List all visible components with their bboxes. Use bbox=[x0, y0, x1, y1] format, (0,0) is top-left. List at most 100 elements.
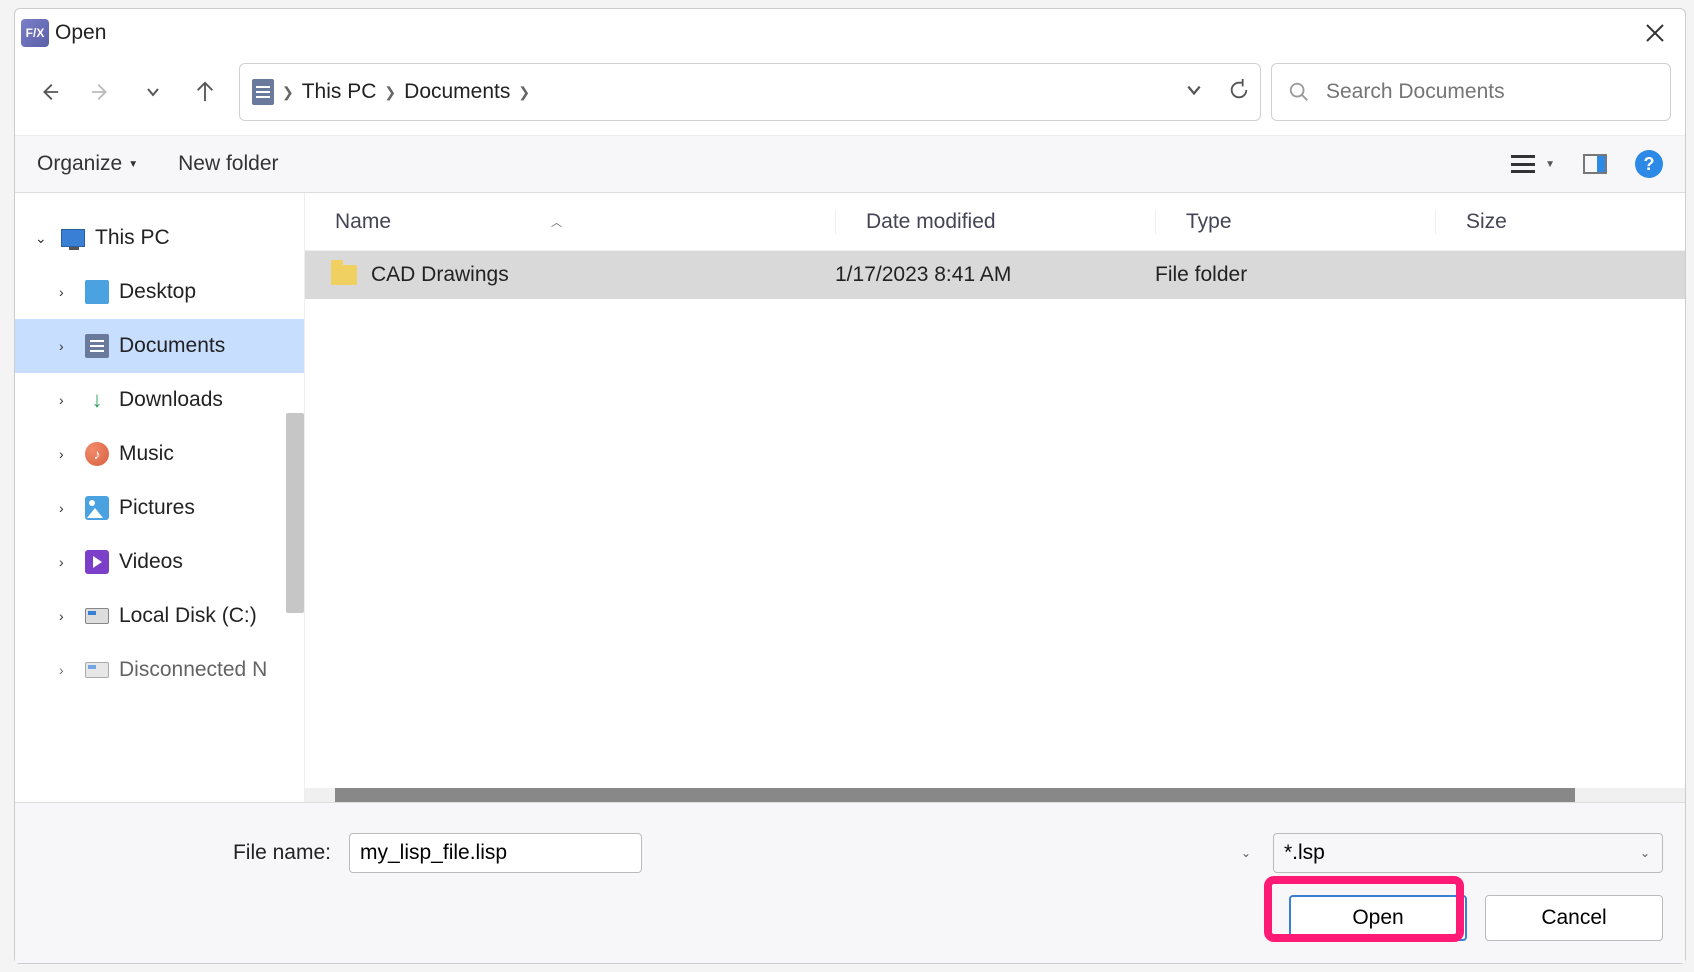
tree-desktop[interactable]: › Desktop bbox=[15, 265, 304, 319]
arrow-right-icon bbox=[90, 81, 112, 103]
tree-label: Pictures bbox=[119, 496, 195, 520]
downloads-icon: ↓ bbox=[85, 388, 109, 412]
up-button[interactable] bbox=[191, 78, 219, 106]
chevron-right-icon: › bbox=[59, 500, 75, 516]
tree-label: Downloads bbox=[119, 388, 223, 412]
column-headers: Name ︿ Date modified Type Size bbox=[305, 193, 1685, 251]
tree-label: Videos bbox=[119, 550, 183, 574]
tree-label: Documents bbox=[119, 334, 225, 358]
chevron-right-icon: › bbox=[59, 284, 75, 300]
documents-icon bbox=[252, 79, 274, 105]
file-date: 1/17/2023 8:41 AM bbox=[835, 263, 1155, 287]
toolbar: Organize ▼ New folder ▼ ? bbox=[15, 135, 1685, 193]
preview-pane-button[interactable] bbox=[1583, 154, 1607, 174]
file-type: File folder bbox=[1155, 263, 1435, 287]
recent-dropdown[interactable] bbox=[139, 78, 167, 106]
col-size[interactable]: Size bbox=[1435, 210, 1685, 234]
chevron-right-icon: › bbox=[59, 392, 75, 408]
chevron-down-icon: ⌄ bbox=[35, 230, 51, 247]
col-type[interactable]: Type bbox=[1155, 210, 1435, 234]
folder-icon bbox=[331, 265, 357, 285]
horizontal-scrollbar[interactable] bbox=[305, 788, 1685, 802]
help-button[interactable]: ? bbox=[1635, 150, 1663, 178]
chevron-right-icon: › bbox=[59, 662, 75, 678]
caret-down-icon: ▼ bbox=[1545, 159, 1555, 170]
music-icon: ♪ bbox=[85, 442, 109, 466]
tree-local-disk[interactable]: › Local Disk (C:) bbox=[15, 589, 304, 643]
button-row: Open Cancel bbox=[37, 895, 1663, 941]
address-dropdown[interactable] bbox=[1186, 82, 1202, 103]
new-folder-button[interactable]: New folder bbox=[178, 152, 278, 176]
view-mode-button[interactable]: ▼ bbox=[1511, 155, 1555, 173]
tree-label: Desktop bbox=[119, 280, 196, 304]
filetype-filter[interactable]: *.lsp ⌄ bbox=[1273, 833, 1663, 873]
desktop-icon bbox=[85, 280, 109, 304]
back-button[interactable] bbox=[35, 78, 63, 106]
close-icon bbox=[1645, 23, 1665, 43]
disk-icon bbox=[85, 608, 109, 624]
crumb-separator-icon: ❯ bbox=[384, 84, 396, 101]
filename-label: File name: bbox=[37, 841, 337, 865]
filename-input[interactable] bbox=[349, 833, 642, 873]
file-name: CAD Drawings bbox=[371, 263, 509, 287]
file-row[interactable]: CAD Drawings 1/17/2023 8:41 AM File fold… bbox=[305, 251, 1685, 299]
tree-pictures[interactable]: › Pictures bbox=[15, 481, 304, 535]
app-icon: F/X bbox=[21, 19, 49, 47]
filter-text: *.lsp bbox=[1284, 841, 1325, 865]
navigation-row: ❯ This PC ❯ Documents ❯ bbox=[15, 57, 1685, 135]
pc-icon bbox=[61, 229, 85, 247]
tree-disconnected[interactable]: › Disconnected N bbox=[15, 643, 304, 697]
documents-icon bbox=[85, 334, 109, 358]
file-name-cell: CAD Drawings bbox=[305, 263, 835, 287]
close-button[interactable] bbox=[1635, 13, 1675, 53]
chevron-down-icon bbox=[146, 85, 160, 99]
refresh-button[interactable] bbox=[1228, 79, 1250, 106]
chevron-down-icon: ⌄ bbox=[1241, 846, 1251, 860]
chevron-right-icon: › bbox=[59, 446, 75, 462]
arrow-up-icon bbox=[194, 81, 216, 103]
breadcrumb-root[interactable]: This PC bbox=[302, 80, 377, 104]
organize-menu[interactable]: Organize ▼ bbox=[37, 152, 138, 176]
chevron-down-icon: ⌄ bbox=[1640, 846, 1650, 860]
pictures-icon bbox=[85, 496, 109, 520]
search-input[interactable] bbox=[1326, 80, 1654, 104]
tree-this-pc[interactable]: ⌄ This PC bbox=[15, 211, 304, 265]
disk-icon bbox=[85, 662, 109, 678]
window-title: Open bbox=[55, 21, 106, 45]
chevron-down-icon bbox=[1186, 82, 1202, 98]
file-list: CAD Drawings 1/17/2023 8:41 AM File fold… bbox=[305, 251, 1685, 788]
search-bar[interactable] bbox=[1271, 63, 1671, 121]
sidebar-scrollbar[interactable] bbox=[286, 413, 304, 613]
sidebar: ⌄ This PC › Desktop › Documents › ↓ bbox=[15, 193, 305, 802]
tree-label: Local Disk (C:) bbox=[119, 604, 257, 628]
open-button[interactable]: Open bbox=[1289, 895, 1467, 941]
open-dialog: F/X Open ❯ This PC ❯ Documents bbox=[14, 8, 1686, 964]
videos-icon bbox=[85, 550, 109, 574]
tree-label: Music bbox=[119, 442, 174, 466]
tree-documents[interactable]: › Documents bbox=[15, 319, 304, 373]
filename-row: File name: ⌄ *.lsp ⌄ bbox=[37, 833, 1663, 873]
chevron-right-icon: › bbox=[59, 608, 75, 624]
list-view-icon bbox=[1511, 155, 1535, 173]
breadcrumb-current[interactable]: Documents bbox=[404, 80, 510, 104]
tree-label: Disconnected N bbox=[119, 658, 267, 682]
tree-music[interactable]: › ♪ Music bbox=[15, 427, 304, 481]
chevron-right-icon: › bbox=[59, 338, 75, 354]
sort-ascending-icon: ︿ bbox=[551, 214, 562, 230]
cancel-button[interactable]: Cancel bbox=[1485, 895, 1663, 941]
nav-arrows bbox=[35, 78, 219, 106]
tree-downloads[interactable]: › ↓ Downloads bbox=[15, 373, 304, 427]
address-bar[interactable]: ❯ This PC ❯ Documents ❯ bbox=[239, 63, 1261, 121]
crumb-separator-icon: ❯ bbox=[282, 84, 294, 101]
forward-button[interactable] bbox=[87, 78, 115, 106]
scrollbar-thumb[interactable] bbox=[335, 788, 1575, 802]
arrow-left-icon bbox=[38, 81, 60, 103]
file-pane: Name ︿ Date modified Type Size CAD Drawi… bbox=[305, 193, 1685, 802]
col-date[interactable]: Date modified bbox=[835, 210, 1155, 234]
col-name[interactable]: Name ︿ bbox=[305, 210, 835, 234]
filename-combo[interactable]: ⌄ bbox=[349, 833, 1261, 873]
dialog-body: ⌄ This PC › Desktop › Documents › ↓ bbox=[15, 193, 1685, 802]
chevron-right-icon: › bbox=[59, 554, 75, 570]
caret-down-icon: ▼ bbox=[128, 159, 138, 170]
tree-videos[interactable]: › Videos bbox=[15, 535, 304, 589]
